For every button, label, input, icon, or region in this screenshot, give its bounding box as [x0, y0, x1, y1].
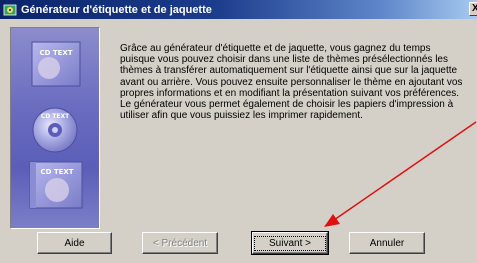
cd-case-icon: CD TEXT	[31, 41, 81, 87]
help-button[interactable]: Aide	[37, 232, 112, 254]
cd-disc-label: CD TEXT	[41, 113, 70, 120]
cd-back-cover-icon: CD TEXT	[29, 161, 83, 209]
wizard-illustration: CD TEXT CD TEXT CD TEXT	[10, 27, 100, 229]
app-icon	[3, 3, 17, 17]
close-button[interactable]: X	[469, 2, 477, 16]
cd-case-label: CD TEXT	[39, 49, 72, 57]
title-bar[interactable]: Générateur d'étiquette et de jaquette X	[0, 0, 477, 19]
cancel-button[interactable]: Annuler	[349, 232, 425, 254]
previous-button-label: < Précédent	[152, 237, 208, 249]
cd-back-cover-label: CD TEXT	[40, 168, 73, 176]
window-title: Générateur d'étiquette et de jaquette	[21, 3, 212, 16]
next-button-label: Suivant >	[254, 235, 326, 251]
cancel-button-label: Annuler	[369, 237, 405, 249]
wizard-window: Générateur d'étiquette et de jaquette X …	[0, 0, 477, 263]
previous-button[interactable]: < Précédent	[142, 232, 218, 254]
next-button[interactable]: Suivant >	[251, 231, 329, 255]
wizard-description: Grâce au générateur d'étiquette et de ja…	[120, 43, 463, 122]
cd-disc-icon: CD TEXT	[32, 107, 78, 153]
help-button-label: Aide	[64, 237, 85, 249]
annotation-arrow-icon	[324, 121, 477, 227]
